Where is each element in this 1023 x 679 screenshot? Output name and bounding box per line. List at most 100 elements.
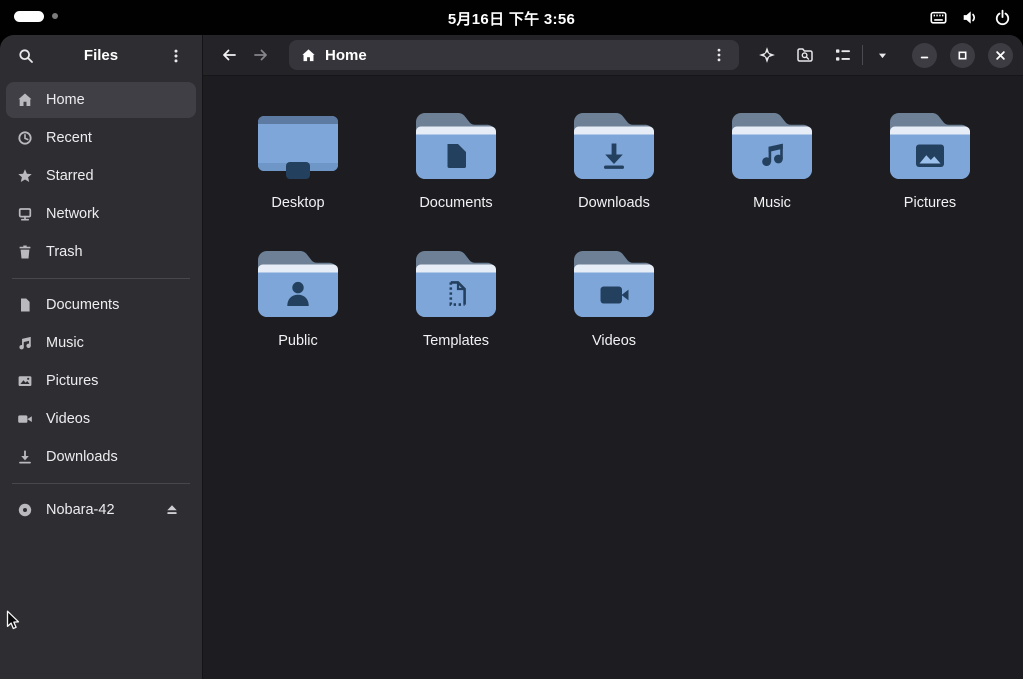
folder-label: Templates xyxy=(422,333,490,349)
folder-item-desktop[interactable]: Desktop xyxy=(219,96,377,234)
folder-item-downloads[interactable]: Downloads xyxy=(535,96,693,234)
forward-arrow-icon xyxy=(253,47,269,63)
eject-icon xyxy=(165,503,179,517)
sidebar-item-videos[interactable]: Videos xyxy=(6,401,196,437)
headerbar: Home xyxy=(203,35,1023,76)
disc-icon xyxy=(17,502,33,518)
sidebar-item-label: Recent xyxy=(46,130,92,146)
kebab-menu-icon xyxy=(711,47,727,63)
sidebar-list: Home Recent Starred Network Trash Docume… xyxy=(0,76,202,679)
minimize-icon xyxy=(917,48,932,63)
sidebar-item-label: Starred xyxy=(46,168,94,184)
kebab-menu-icon xyxy=(168,48,184,64)
view-options-button[interactable] xyxy=(866,40,898,70)
back-arrow-icon xyxy=(221,47,237,63)
sidebar-item-label: Videos xyxy=(46,411,91,427)
main-pane: Home Desktop Documents Downloads Music P… xyxy=(203,35,1023,679)
sidebar-item-network[interactable]: Network xyxy=(6,196,196,232)
folder-label: Documents xyxy=(419,195,493,211)
app-menu-button[interactable] xyxy=(160,41,192,71)
folder-item-music[interactable]: Music xyxy=(693,96,851,234)
sidebar-item-label: Downloads xyxy=(46,449,118,465)
search-everywhere-button[interactable] xyxy=(751,40,783,70)
chevron-down-icon xyxy=(876,49,889,62)
sidebar-item-label: Documents xyxy=(46,297,120,313)
folder-item-templates[interactable]: Templates xyxy=(377,234,535,372)
download-icon xyxy=(17,449,33,465)
folder-label: Desktop xyxy=(271,195,325,211)
sidebar-header: Files xyxy=(0,35,202,76)
maximize-button[interactable] xyxy=(950,42,975,68)
search-everywhere-icon xyxy=(758,46,776,64)
person-glyph xyxy=(258,251,338,317)
forward-button[interactable] xyxy=(245,40,277,70)
sidebar-item-starred[interactable]: Starred xyxy=(6,158,196,194)
app-title: Files xyxy=(83,47,119,64)
keyboard-icon xyxy=(930,9,947,26)
folder-label: Downloads xyxy=(578,195,650,211)
home-icon xyxy=(17,92,33,108)
close-icon xyxy=(993,48,1008,63)
folder-item-pictures[interactable]: Pictures xyxy=(851,96,1009,234)
sidebar-item-label: Music xyxy=(46,335,84,351)
sidebar-item-label: Nobara-42 xyxy=(46,502,115,518)
sidebar-item-label: Pictures xyxy=(46,373,99,389)
sidebar-item-home[interactable]: Home xyxy=(6,82,196,118)
files-window: Files Home Recent Starred Network Trash … xyxy=(0,35,1023,679)
home-icon xyxy=(301,48,316,63)
volume-icon xyxy=(962,9,979,26)
view-split-button xyxy=(827,40,898,70)
search-folder-icon xyxy=(796,46,814,64)
network-icon xyxy=(17,206,33,222)
folder-label: Videos xyxy=(591,333,637,349)
document-glyph xyxy=(416,113,496,179)
close-button[interactable] xyxy=(988,42,1013,68)
sidebar-item-music[interactable]: Music xyxy=(6,325,196,361)
power-icon xyxy=(994,9,1011,26)
sidebar-item-nobara-42[interactable]: Nobara-42 xyxy=(6,492,196,528)
back-button[interactable] xyxy=(213,40,245,70)
clock[interactable]: 5月16日 下午 3:56 xyxy=(0,8,1023,29)
download-glyph xyxy=(574,113,654,179)
search-folder-button[interactable] xyxy=(789,40,821,70)
sidebar-item-label: Network xyxy=(46,206,100,222)
folder-label: Public xyxy=(278,333,318,349)
path-bar[interactable]: Home xyxy=(289,40,739,70)
folder-item-public[interactable]: Public xyxy=(219,234,377,372)
template-glyph xyxy=(416,251,496,317)
sidebar-item-trash[interactable]: Trash xyxy=(6,234,196,270)
sidebar-separator xyxy=(12,483,190,484)
clock-icon xyxy=(17,130,33,146)
music-glyph xyxy=(732,113,812,179)
sidebar: Files Home Recent Starred Network Trash … xyxy=(0,35,203,679)
folder-label: Music xyxy=(753,195,791,211)
music-note-icon xyxy=(17,335,33,351)
star-icon xyxy=(17,168,33,184)
eject-button[interactable] xyxy=(159,497,185,523)
view-toggle-button[interactable] xyxy=(827,40,859,70)
sidebar-item-pictures[interactable]: Pictures xyxy=(6,363,196,399)
search-icon xyxy=(18,48,34,64)
trash-icon xyxy=(17,244,33,260)
sidebar-item-documents[interactable]: Documents xyxy=(6,287,196,323)
maximize-icon xyxy=(955,48,970,63)
search-button[interactable] xyxy=(10,41,42,71)
folder-label: Pictures xyxy=(903,195,957,211)
system-status-area[interactable] xyxy=(930,9,1011,26)
split-divider xyxy=(862,45,863,65)
sidebar-item-recent[interactable]: Recent xyxy=(6,120,196,156)
folder-item-videos[interactable]: Videos xyxy=(535,234,693,372)
folder-item-documents[interactable]: Documents xyxy=(377,96,535,234)
document-icon xyxy=(17,297,33,313)
sidebar-item-label: Trash xyxy=(46,244,83,260)
image-icon xyxy=(17,373,33,389)
image-glyph xyxy=(890,113,970,179)
view-list-icon xyxy=(834,46,852,64)
headerbar-actions xyxy=(751,40,898,70)
path-menu-button[interactable] xyxy=(703,40,735,70)
minimize-button[interactable] xyxy=(912,42,937,68)
sidebar-item-label: Home xyxy=(46,92,85,108)
video-camera-icon xyxy=(17,411,33,427)
screen: 5月16日 下午 3:56 Files Home Recent Starred … xyxy=(0,0,1023,679)
sidebar-item-downloads[interactable]: Downloads xyxy=(6,439,196,475)
